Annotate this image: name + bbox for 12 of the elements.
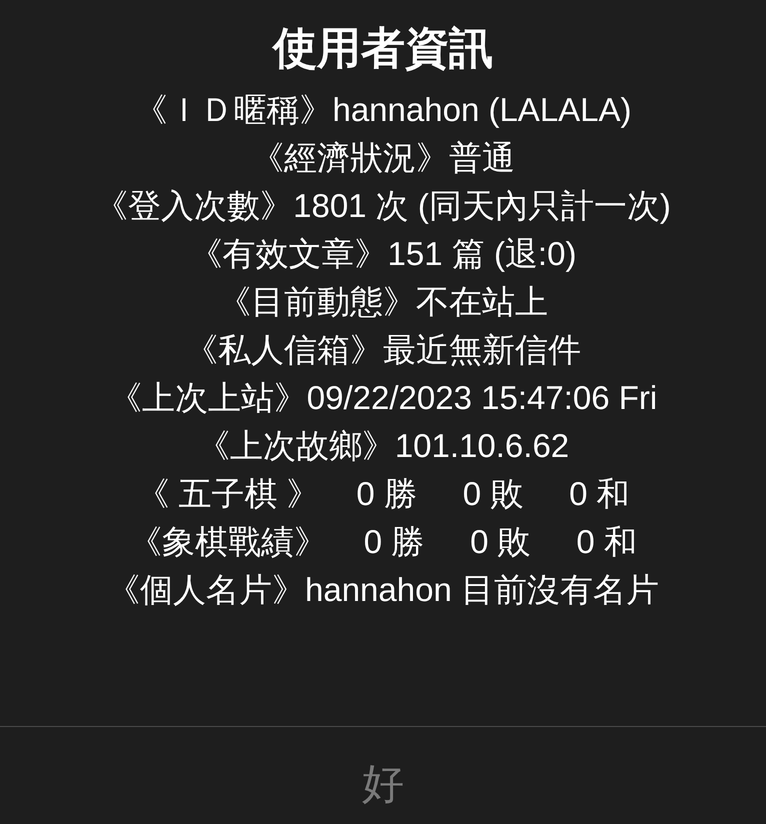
info-line: 《ＩＤ暱稱》hannahon (LALALA) [134, 90, 632, 130]
info-line: 《目前動態》不在站上 [218, 282, 548, 322]
info-line: 《私人信箱》最近無新信件 [185, 330, 581, 370]
info-line: 《上次上站》09/22/2023 15:47:06 Fri [108, 378, 658, 418]
dialog-title: 使用者資訊 [273, 23, 493, 75]
info-line: 《個人名片》hannahon 目前沒有名片 [107, 570, 659, 610]
info-line: 《經濟狀況》普通 [251, 138, 515, 178]
info-line: 《象棋戰績》 0 勝 0 敗 0 和 [129, 522, 637, 562]
info-line: 《登入次數》1801 次 (同天內只計一次) [95, 186, 671, 226]
info-line: 《有效文章》151 篇 (退:0) [190, 234, 576, 274]
info-line: 《上次故鄉》101.10.6.62 [196, 426, 570, 466]
info-line: 《 五子棋 》 0 勝 0 敗 0 和 [136, 474, 630, 514]
